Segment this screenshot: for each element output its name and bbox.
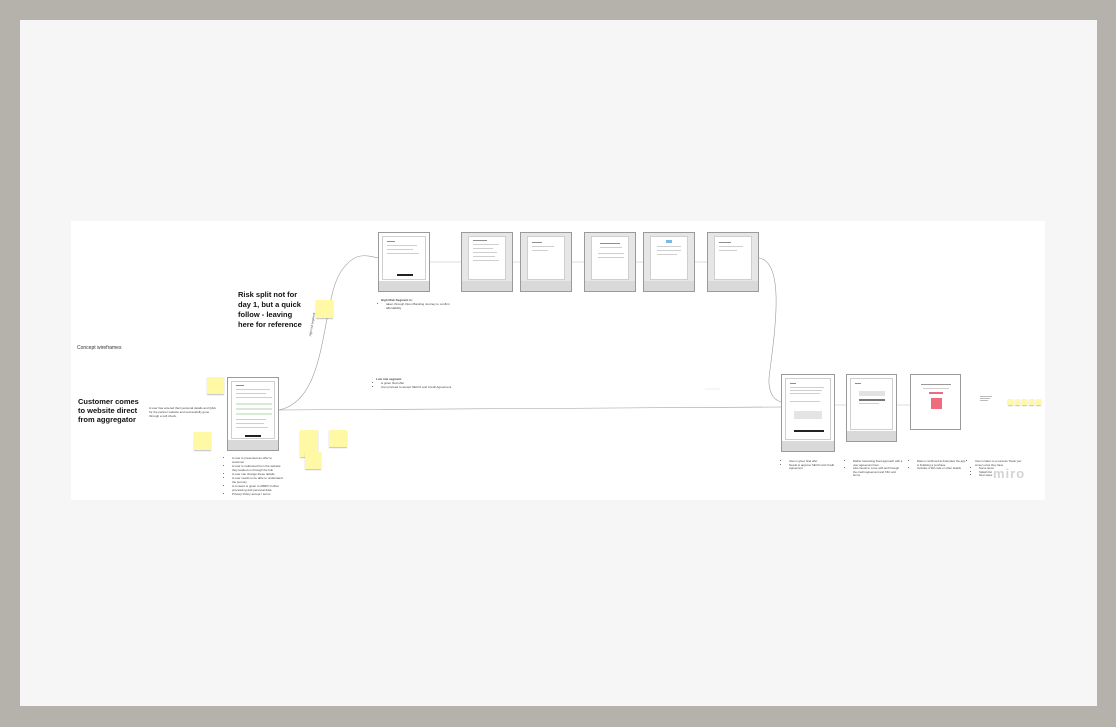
wireframe-open-banking-4[interactable]: [643, 232, 695, 292]
wireframe-landing-offer[interactable]: [227, 377, 279, 451]
customer-entry-heading: Customer comes to website direct from ag…: [78, 397, 139, 424]
sticky-note[interactable]: [1008, 399, 1013, 405]
first-frame-notes: A user is presented an offer to customer…: [227, 456, 283, 496]
credit-agreement-notes: Rather interesting fixed approach with a…: [848, 459, 903, 478]
wireframe-final-offer[interactable]: [781, 374, 835, 452]
risk-split-heading: Risk split not for day 1, but a quick fo…: [238, 290, 302, 329]
wireframe-open-banking-2[interactable]: [520, 232, 572, 292]
sticky-note[interactable]: [207, 377, 224, 394]
end-annotation: [980, 396, 996, 401]
sticky-note[interactable]: [305, 452, 321, 469]
concept-wireframes-label: Concept wireframes: [77, 345, 122, 351]
sticky-note[interactable]: [316, 300, 333, 318]
wireframe-confirmation[interactable]: [910, 374, 961, 430]
sticky-note[interactable]: [1036, 399, 1041, 405]
low-risk-description: Low risk segment is given final offer Ca…: [376, 377, 461, 389]
wireframe-open-banking-5[interactable]: [707, 232, 759, 292]
sticky-note[interactable]: [329, 430, 347, 447]
sticky-note[interactable]: [1015, 399, 1020, 405]
wireframe-open-banking-3[interactable]: [584, 232, 636, 292]
sticky-note[interactable]: [194, 432, 211, 450]
wireframe-high-risk-intro[interactable]: [378, 232, 430, 292]
confirmation-notes: Rate is confirmed at final place the app…: [912, 459, 967, 471]
sticky-note[interactable]: [1022, 399, 1027, 405]
miro-logo: miro: [993, 466, 1026, 481]
high-risk-description: High Risk Segment is: taken through Open…: [381, 298, 461, 310]
customer-entry-description: A user has entered their personal detail…: [149, 406, 216, 418]
sticky-note[interactable]: [1029, 399, 1034, 405]
wireframe-open-banking-1[interactable]: [461, 232, 513, 292]
wireframe-credit-agreement[interactable]: [846, 374, 897, 442]
final-offer-notes: User is given final offer Needs to appro…: [784, 459, 839, 471]
